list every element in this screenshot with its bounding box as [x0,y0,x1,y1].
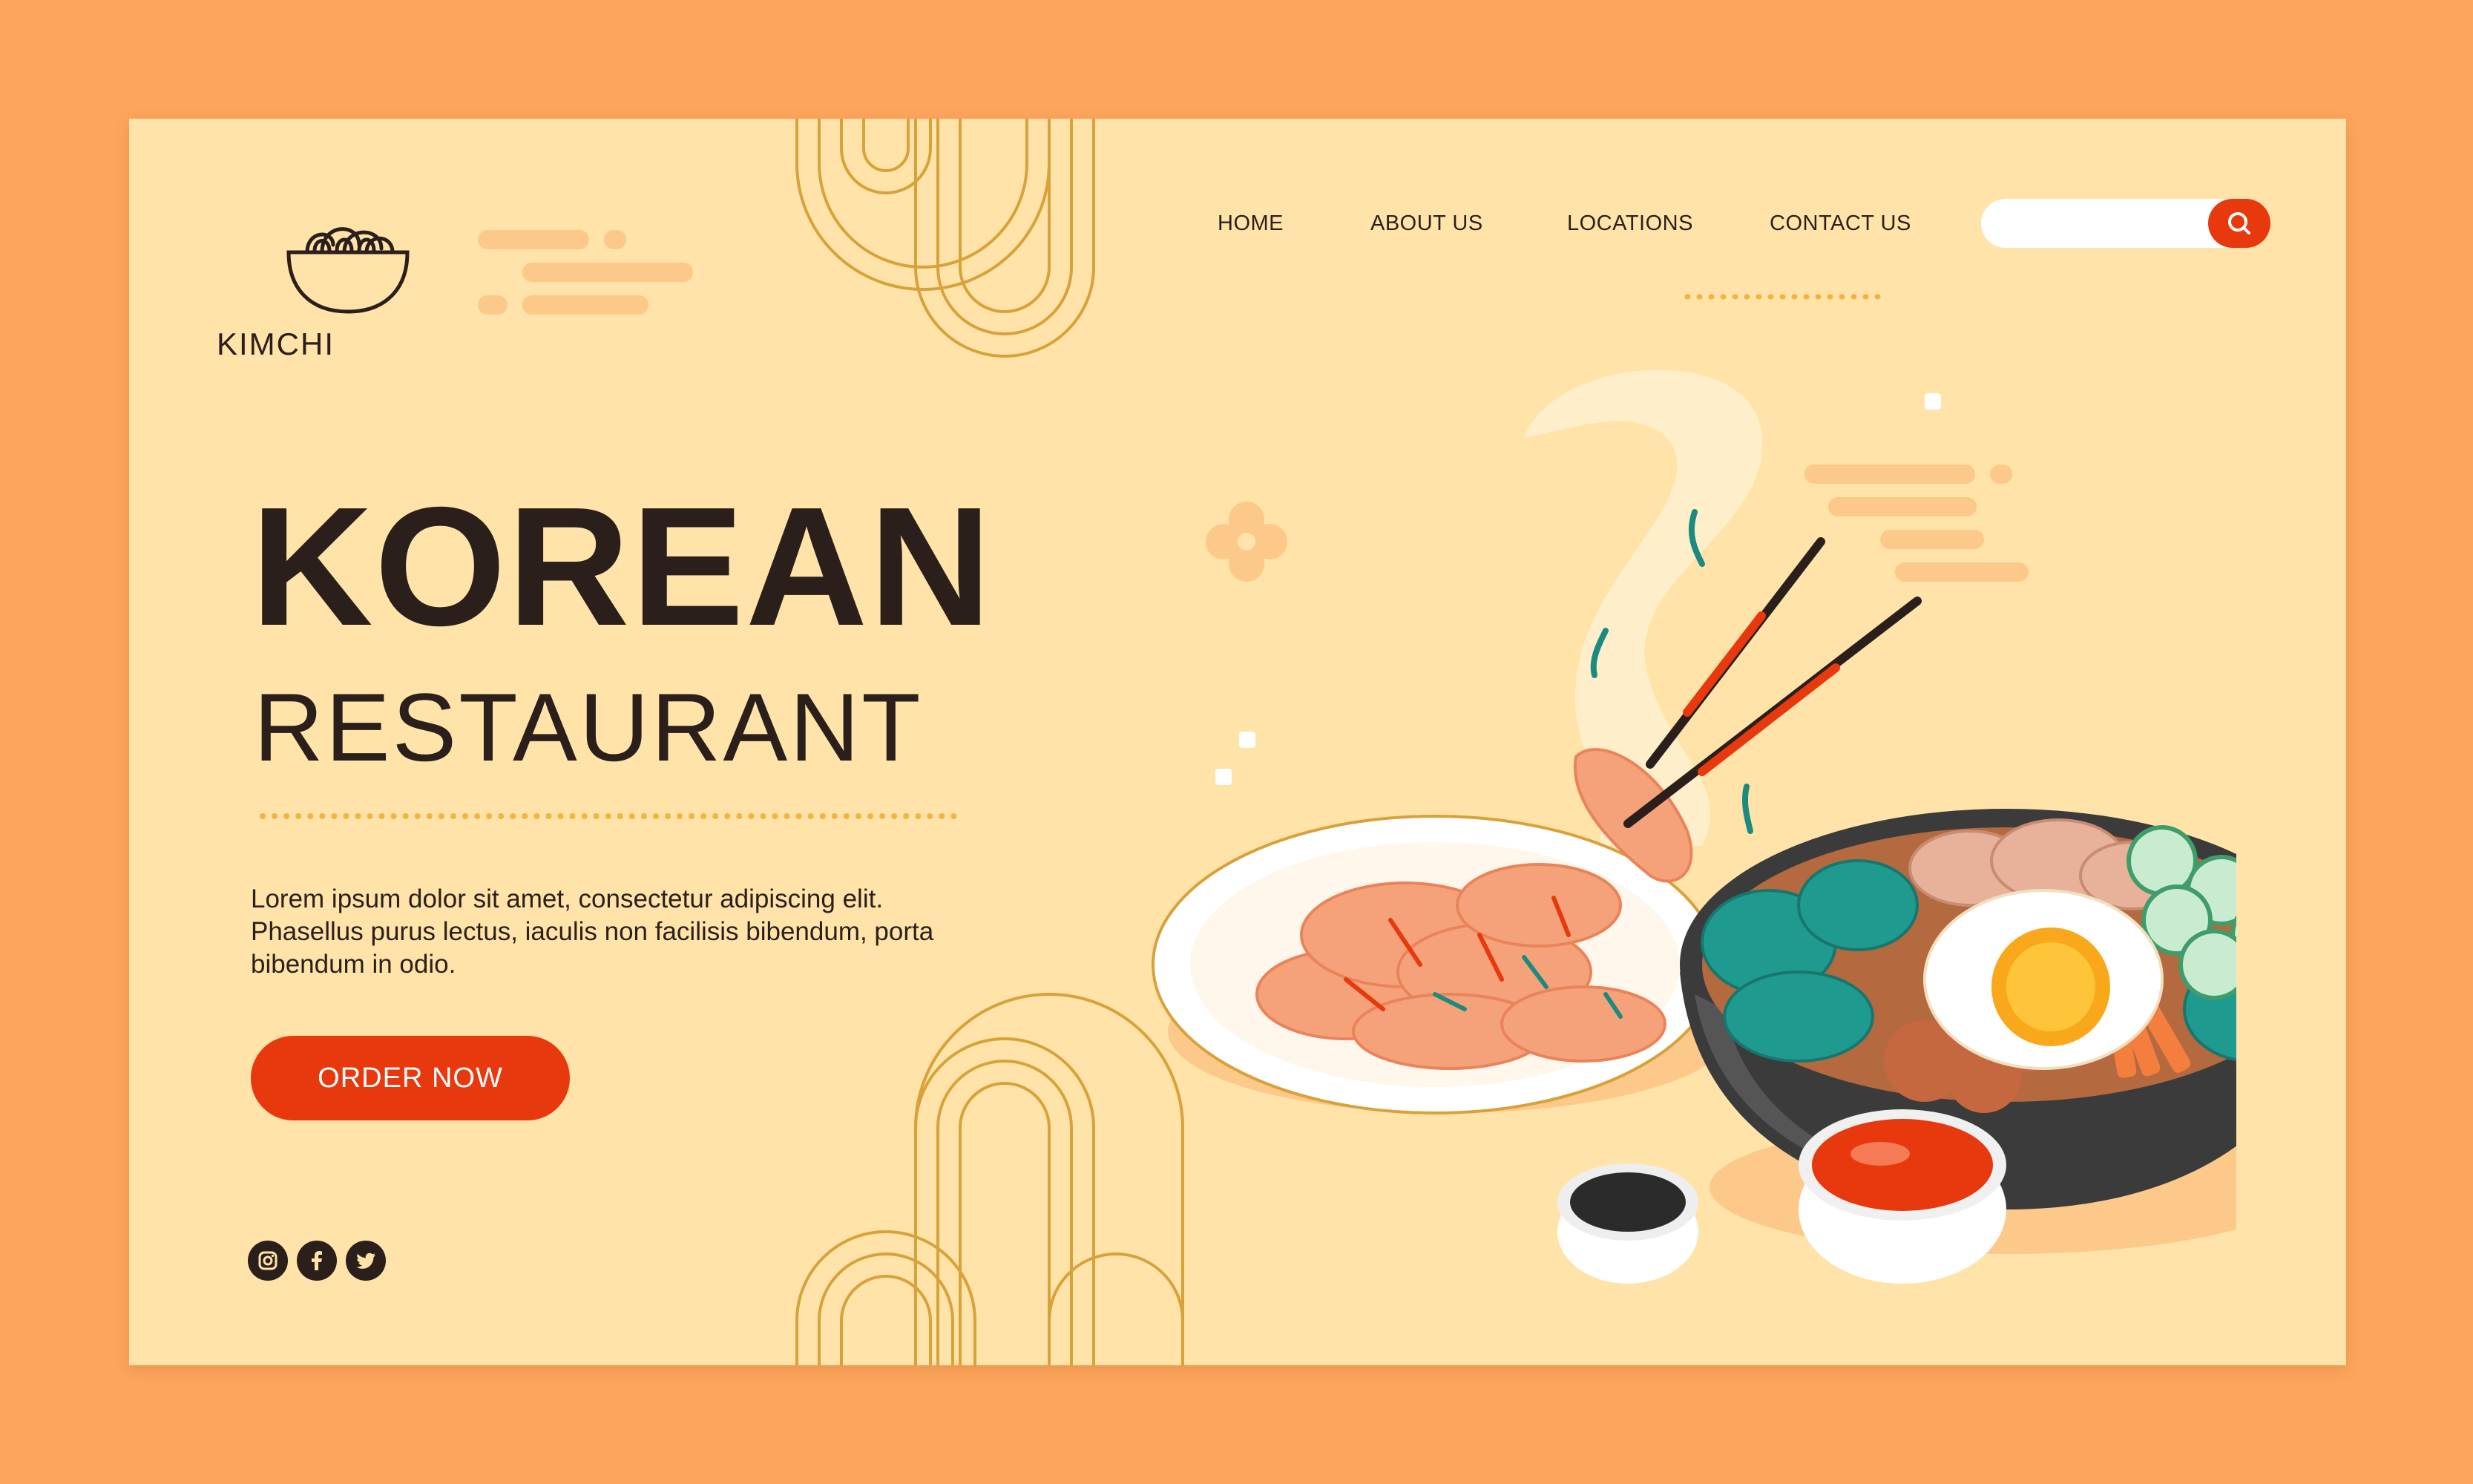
nav-locations[interactable]: LOCATIONS [1567,211,1693,236]
landing-page-card: KIMCHI HOME ABOUT US LOCATIONS CONTACT U… [129,119,2346,1365]
bowl-logo-icon [286,227,410,314]
food-illustration [1152,509,2236,1284]
instagram-link[interactable] [248,1241,288,1281]
hero-description: Lorem ipsum dolor sit amet, consectetur … [251,884,934,979]
facebook-icon [312,1251,322,1270]
hero-title: KOREAN [251,473,994,661]
search-button[interactable] [2208,199,2270,248]
instagram-icon [258,1251,277,1270]
facebook-link[interactable] [297,1241,337,1281]
nav-home[interactable]: HOME [1218,211,1284,236]
nav-contact-us[interactable]: CONTACT US [1770,211,1911,236]
twitter-link[interactable] [346,1241,386,1281]
search-bar [1981,199,2270,248]
order-now-button[interactable]: ORDER NOW [251,1036,570,1120]
brand-name: KIMCHI [217,326,335,361]
search-icon [2228,212,2250,234]
nav-about-us[interactable]: ABOUT US [1370,211,1483,236]
hero-subtitle: RESTAURANT [254,673,923,781]
search-input[interactable] [1999,206,2202,242]
twitter-icon [356,1252,375,1269]
dotted-divider [260,813,957,819]
